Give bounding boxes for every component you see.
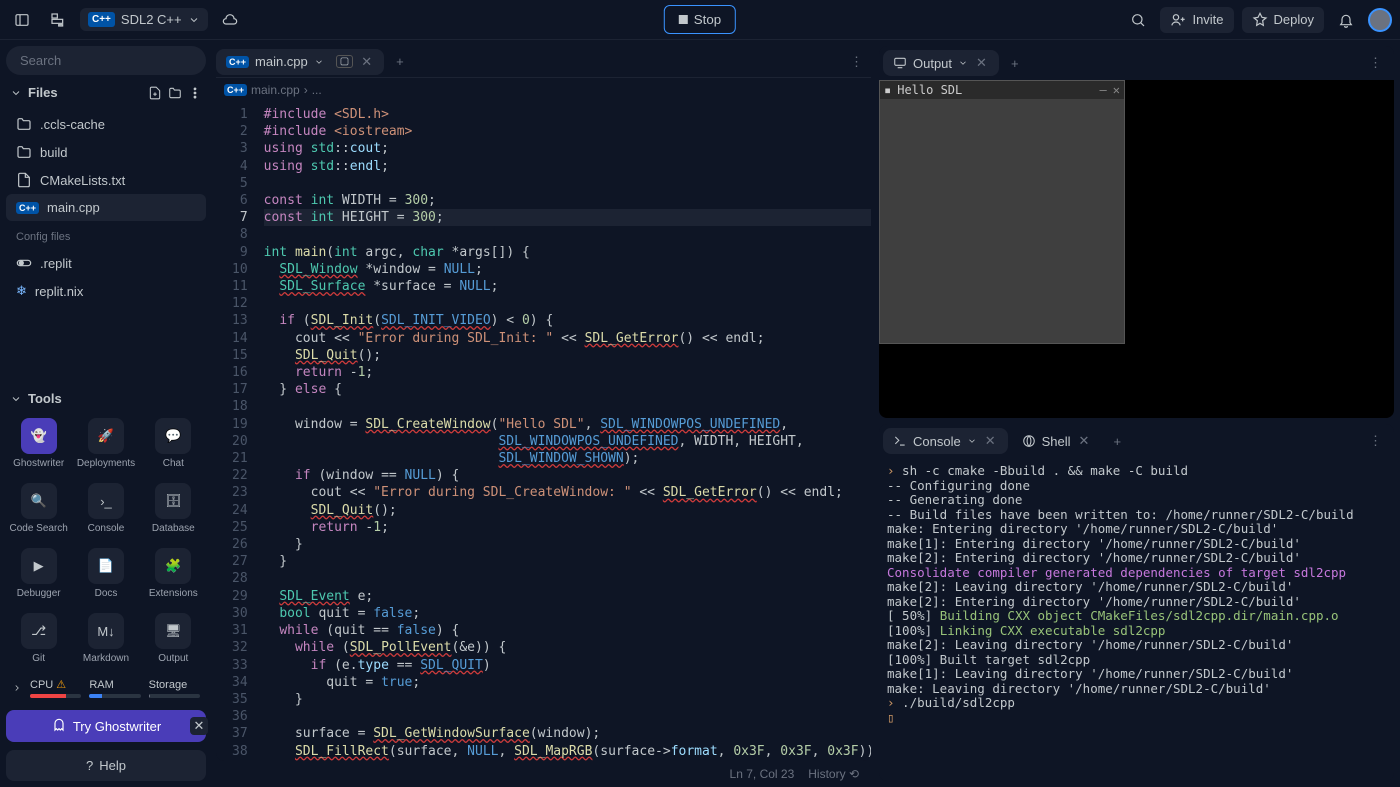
close-icon[interactable]: ✕	[974, 55, 989, 71]
cloud-icon[interactable]	[216, 6, 244, 34]
search-input[interactable]: Search	[6, 46, 206, 75]
search-icon[interactable]	[1124, 6, 1152, 34]
avatar[interactable]	[1368, 8, 1392, 32]
console-output[interactable]: › sh -c cmake -Bbuild . && make -C build…	[879, 458, 1394, 781]
tool-extensions[interactable]: 🧩Extensions	[143, 544, 204, 603]
chevron-down-icon[interactable]	[958, 58, 968, 68]
new-tab-button[interactable]: +	[1105, 434, 1129, 449]
file-item[interactable]: build	[6, 138, 206, 166]
code-editor[interactable]: 1234567891011121314151617181920212223242…	[216, 102, 871, 761]
editor-tab[interactable]: C++ main.cpp ▢ ✕	[216, 49, 384, 75]
close-icon[interactable]: ✕	[1077, 433, 1092, 449]
tool-chat[interactable]: 💬Chat	[143, 414, 204, 473]
tool-database[interactable]: 🗄Database	[143, 479, 204, 538]
minimize-icon[interactable]: —	[1100, 83, 1107, 97]
close-icon[interactable]: ✕	[1113, 83, 1120, 97]
tool-markdown[interactable]: M↓Markdown	[75, 609, 136, 668]
output-tab[interactable]: Output ✕	[883, 50, 999, 76]
close-icon[interactable]: ✕	[983, 433, 998, 449]
tool-ghostwriter[interactable]: 👻Ghostwriter	[8, 414, 69, 473]
app-icon: ▪	[884, 83, 891, 97]
cursor-position: Ln 7, Col 23	[730, 767, 795, 781]
user-plus-icon	[1170, 12, 1186, 28]
replit-logo-icon[interactable]	[44, 6, 72, 34]
new-tab-button[interactable]: +	[1003, 56, 1027, 71]
ghostwriter-cta-button[interactable]: Try Ghostwriter	[6, 710, 206, 742]
terminal-icon	[893, 434, 907, 448]
cpp-badge-icon: C++	[224, 84, 247, 96]
output-viewport[interactable]: ▪ Hello SDL — ✕	[879, 80, 1394, 418]
bell-icon[interactable]	[1332, 6, 1360, 34]
chevron-down-icon	[10, 87, 22, 99]
chevron-down-icon[interactable]	[967, 436, 977, 446]
stop-icon	[679, 15, 688, 24]
tool-console[interactable]: ›_Console	[75, 479, 136, 538]
chevron-right-icon	[12, 683, 22, 693]
help-button[interactable]: ? Help	[6, 750, 206, 781]
ghost-icon	[51, 718, 67, 734]
close-icon[interactable]: ✕	[359, 54, 374, 70]
chevron-down-icon	[10, 393, 22, 405]
breadcrumb[interactable]: C++ main.cpp › ...	[216, 78, 871, 102]
bookmark-icon[interactable]: ▢	[336, 55, 353, 68]
chevron-down-icon	[188, 14, 200, 26]
window-title: Hello SDL	[897, 83, 1093, 97]
history-button[interactable]: History ⟲	[808, 767, 859, 781]
config-files-label: Config files	[6, 225, 206, 245]
project-name: SDL2 C++	[121, 12, 182, 27]
more-icon[interactable]	[188, 86, 202, 100]
file-item[interactable]: ❄replit.nix	[6, 277, 206, 305]
shell-tab[interactable]: Shell ✕	[1012, 428, 1102, 454]
tool-debugger[interactable]: ▶Debugger	[8, 544, 69, 603]
toggle-sidebar-icon[interactable]	[8, 6, 36, 34]
tool-docs[interactable]: 📄Docs	[75, 544, 136, 603]
new-folder-icon[interactable]	[168, 86, 182, 100]
file-item[interactable]: C++main.cpp	[6, 194, 206, 221]
cpp-badge-icon: C++	[88, 12, 115, 27]
sdl-app-window[interactable]: ▪ Hello SDL — ✕	[879, 80, 1125, 344]
files-header[interactable]: Files	[6, 79, 206, 106]
chevron-down-icon[interactable]	[314, 57, 324, 67]
close-icon[interactable]: ✕	[190, 717, 208, 735]
tool-deployments[interactable]: 🚀Deployments	[75, 414, 136, 473]
more-icon[interactable]: ⋮	[1361, 55, 1390, 71]
tool-git[interactable]: ⎇Git	[8, 609, 69, 668]
tool-output[interactable]: 🖥Output	[143, 609, 204, 668]
resources-bar[interactable]: CPU ⚠ RAM Storage	[6, 674, 206, 702]
new-file-icon[interactable]	[148, 86, 162, 100]
file-item[interactable]: CMakeLists.txt	[6, 166, 206, 194]
monitor-icon	[893, 56, 907, 70]
new-tab-button[interactable]: +	[388, 54, 412, 69]
file-item[interactable]: .replit	[6, 249, 206, 277]
cpp-badge-icon: C++	[226, 56, 249, 68]
more-icon[interactable]: ⋮	[1361, 433, 1390, 449]
file-item[interactable]: .ccls-cache	[6, 110, 206, 138]
help-icon: ?	[86, 758, 93, 773]
tools-header[interactable]: Tools	[6, 385, 206, 412]
rocket-icon	[1252, 12, 1268, 28]
shell-icon	[1022, 434, 1036, 448]
tool-code-search[interactable]: 🔍Code Search	[8, 479, 69, 538]
deploy-button[interactable]: Deploy	[1242, 7, 1324, 33]
invite-button[interactable]: Invite	[1160, 7, 1233, 33]
console-tab[interactable]: Console ✕	[883, 428, 1008, 454]
stop-button[interactable]: Stop	[664, 5, 736, 34]
project-selector[interactable]: C++ SDL2 C++	[80, 8, 208, 31]
more-icon[interactable]: ⋮	[842, 54, 871, 70]
